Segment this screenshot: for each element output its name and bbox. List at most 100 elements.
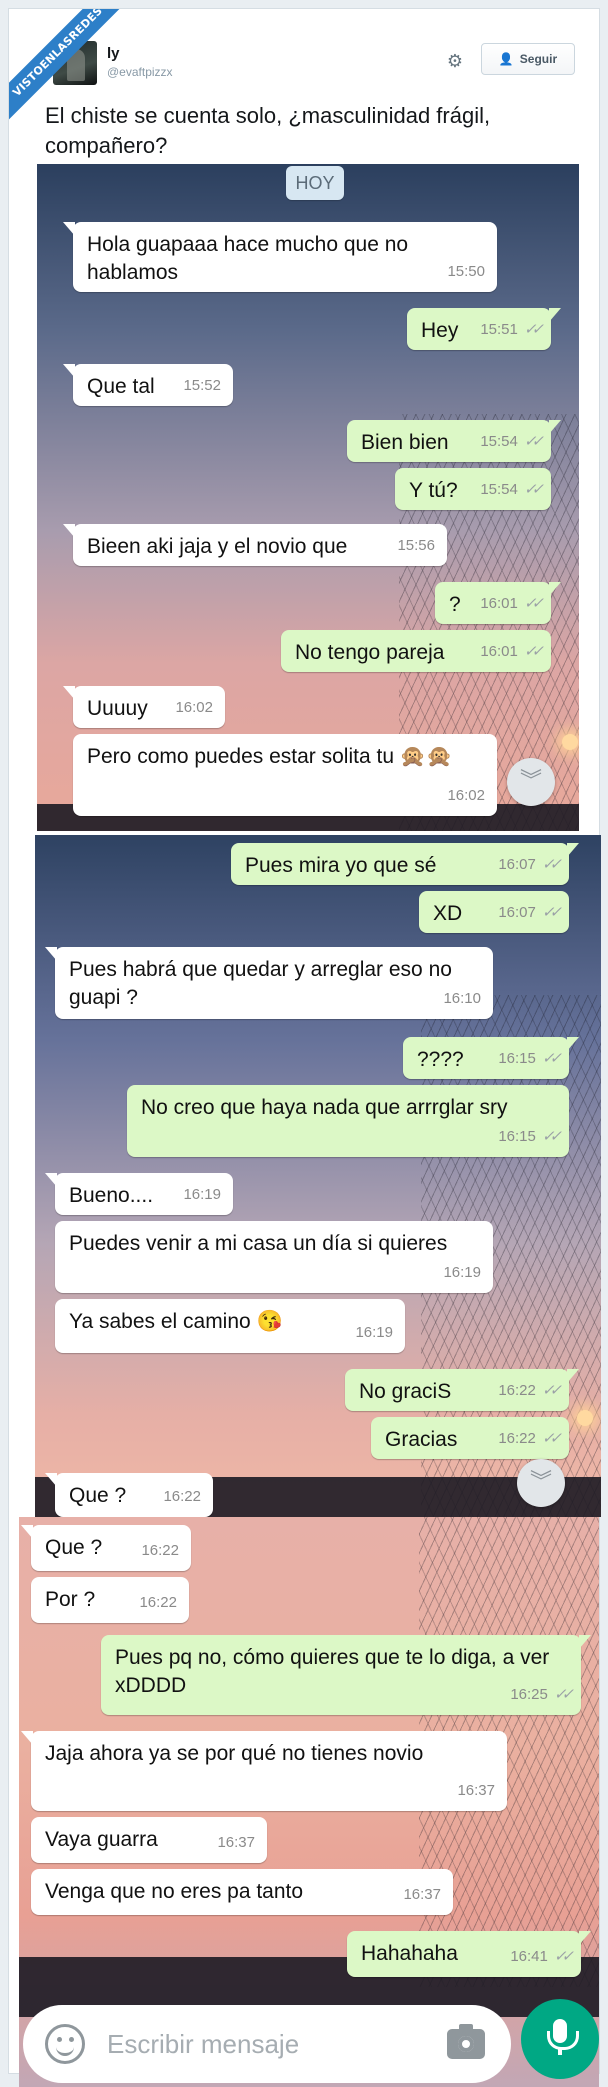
message-incoming[interactable]: Venga que no eres pa tanto 16:37 [31,1869,453,1915]
message-time: 16:01 [480,643,518,660]
message-incoming[interactable]: Que tal 15:52 [63,364,233,406]
message-text: Pues mira yo que sé [245,854,437,877]
message-time: 16:22 [141,1542,179,1559]
read-ticks-icon: ✓✓ [553,1686,574,1703]
message-incoming[interactable]: Vaya guarra 16:37 [31,1817,267,1863]
emoji-icon[interactable] [45,2024,85,2064]
message-text: Y tú? [409,479,458,502]
tweet-card: VISTOENLASREDES ly @evaftpizzx ⚙ 👤 Segui… [8,8,601,2087]
message-incoming[interactable]: Hola guapaaa hace mucho que no hablamos … [63,222,497,292]
chevron-double-down-icon[interactable]: ︾ [507,758,555,806]
message-text: Por ? [45,1588,96,1611]
street-light [562,734,578,750]
message-time: 16:07 [498,904,536,921]
message-time: 16:01 [480,595,518,612]
message-time: 16:19 [443,1264,481,1281]
message-outgoing[interactable]: Gracias 16:22 ✓✓ [371,1417,569,1459]
message-input[interactable] [107,2027,427,2061]
follow-button[interactable]: 👤 Seguir [481,43,575,75]
message-text: Hahahaha [361,1942,458,1965]
mic-icon [547,2019,579,2050]
message-time: 16:41 [510,1948,548,1965]
message-outgoing[interactable]: No creo que haya nada que arrrglar sry 1… [127,1085,569,1157]
message-incoming[interactable]: Ya sabes el camino 😘 16:19 [55,1299,405,1353]
message-outgoing[interactable]: Hey 15:51 ✓✓ [407,308,561,350]
message-incoming[interactable]: Pero como puedes estar solita tu 🙊🙊 16:0… [73,734,497,816]
message-time: 16:37 [403,1886,441,1903]
camera-icon[interactable] [447,2024,485,2059]
message-outgoing[interactable]: Pues pq no, cómo quieres que te lo diga,… [101,1635,591,1715]
message-text: Vaya guarra [45,1828,158,1851]
message-text: Pues habrá que quedar y arreglar eso no … [69,958,452,1009]
read-ticks-icon: ✓✓ [541,1430,562,1447]
message-time: 16:37 [217,1834,255,1851]
message-text: Bien bien [361,431,449,454]
message-time: 15:54 [480,433,518,450]
message-time: 16:19 [183,1186,221,1203]
message-incoming[interactable]: Puedes venir a mi casa un día si quieres… [55,1221,493,1293]
street-light [577,1410,593,1426]
follow-label: Seguir [519,52,558,66]
message-outgoing[interactable]: Bien bien 15:54 ✓✓ [347,420,561,462]
message-incoming[interactable]: Jaja ahora ya se por qué no tienes novio… [21,1731,507,1811]
read-ticks-icon: ✓✓ [523,595,544,612]
message-text: ? [449,593,461,616]
read-ticks-icon: ✓✓ [523,433,544,450]
message-text: Uuuuy [87,697,148,720]
message-incoming[interactable]: Bueno.... 16:19 [45,1173,233,1215]
message-outgoing[interactable]: ???? 16:15 ✓✓ [403,1037,579,1079]
mic-button[interactable] [521,1999,599,2079]
read-ticks-icon: ✓✓ [541,1382,562,1399]
watermark-label: VISTOENLASREDES [9,9,129,129]
read-ticks-icon: ✓✓ [523,643,544,660]
message-incoming[interactable]: Bieen aki jaja y el novio que 15:56 [63,524,447,566]
message-text: Gracias [385,1428,458,1451]
message-time: 16:22 [163,1488,201,1505]
chat-screenshot-1: HOY Hola guapaaa hace mucho que no habla… [37,164,579,831]
message-text: Ya sabes el camino 😘 [69,1310,283,1333]
message-time: 16:19 [355,1324,393,1341]
read-ticks-icon: ✓✓ [541,1050,562,1067]
message-incoming[interactable]: Uuuuy 16:02 [63,686,225,728]
chevron-double-down-icon[interactable]: ︾ [517,1459,565,1507]
watermark-corner: VISTOENLASREDES [9,9,129,129]
message-time: 16:37 [457,1782,495,1799]
message-text: Que ? [69,1484,127,1507]
read-ticks-icon: ✓✓ [541,856,562,873]
message-outgoing[interactable]: Y tú? 15:54 ✓✓ [395,468,551,510]
read-ticks-icon: ✓✓ [523,321,544,338]
message-time: 16:15 [498,1128,536,1145]
read-ticks-icon: ✓✓ [523,481,544,498]
message-text: Jaja ahora ya se por qué no tienes novio [45,1742,424,1765]
message-time: 16:02 [447,787,485,804]
message-outgoing[interactable]: No graciS 16:22 ✓✓ [345,1369,579,1411]
gear-icon[interactable]: ⚙ [443,49,467,73]
message-outgoing[interactable]: No tengo pareja 16:01 ✓✓ [281,630,551,672]
message-outgoing[interactable]: ? 16:01 ✓✓ [435,582,561,624]
message-composer [23,2005,511,2083]
message-incoming[interactable]: Pues habrá que quedar y arreglar eso no … [45,947,493,1019]
message-time: 16:02 [175,699,213,716]
message-incoming[interactable]: Que ? 16:22 [45,1473,213,1517]
read-ticks-icon: ✓✓ [541,1128,562,1145]
message-outgoing[interactable]: Hahahaha 16:41 ✓✓ [347,1931,591,1977]
message-outgoing[interactable]: XD 16:07 ✓✓ [419,891,569,933]
message-incoming[interactable]: Por ? 16:22 [31,1577,189,1623]
message-incoming[interactable]: Que ? 16:22 [21,1525,191,1571]
message-text: XD [433,902,463,925]
read-ticks-icon: ✓✓ [541,904,562,921]
message-time: 15:54 [480,481,518,498]
message-outgoing[interactable]: Pues mira yo que sé 16:07 ✓✓ [231,843,579,885]
message-text: Puedes venir a mi casa un día si quieres [69,1232,448,1255]
message-text: Que tal [87,375,155,398]
date-chip: HOY [286,166,344,200]
message-text: No tengo pareja [295,641,445,664]
message-time: 16:10 [443,990,481,1007]
message-text: No creo que haya nada que arrrglar sry [141,1096,508,1119]
message-text: Pero como puedes estar solita tu 🙊🙊 [87,745,453,768]
message-text: Hola guapaaa hace mucho que no hablamos [87,233,409,284]
message-time: 16:22 [498,1430,536,1447]
chat-screenshot-2: Pues mira yo que sé 16:07 ✓✓ XD 16:07 ✓✓ P… [35,835,601,1517]
add-user-icon: 👤 [498,52,514,66]
read-ticks-icon: ✓✓ [553,1948,574,1965]
